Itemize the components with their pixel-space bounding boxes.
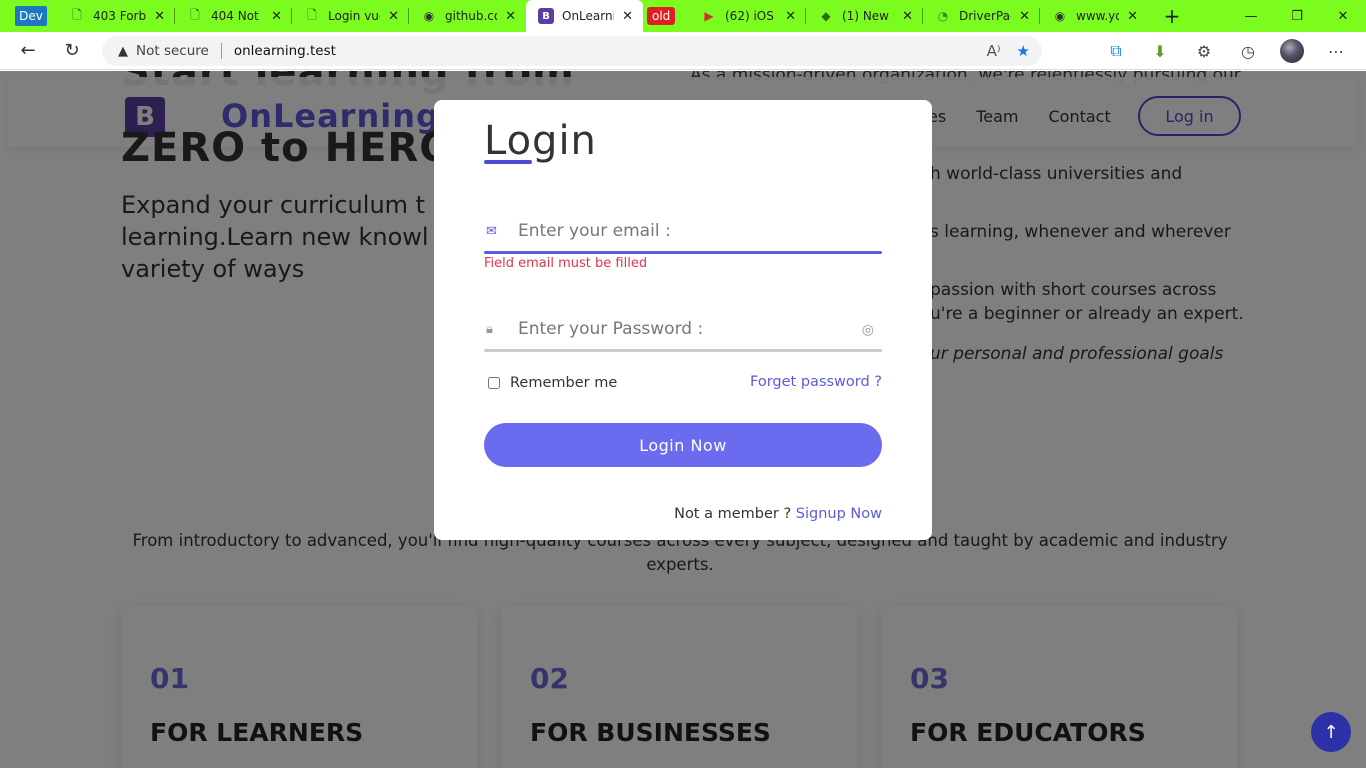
page-icon: 🗋 (307, 7, 317, 22)
email-error-message: Field email must be filled (484, 256, 648, 271)
security-status[interactable]: Not secure (136, 43, 209, 59)
tab-strip: 🗋 403 Forbi ✕ 🗋 404 Not F ✕ 🗋 Login vue … (57, 0, 1148, 32)
restore-icon[interactable]: ❐ (1274, 0, 1320, 32)
github-icon: ◉ (423, 9, 435, 23)
browser-toolbar: ⧉ ⬇ ⚙ ◷ ⋯ (1094, 36, 1358, 66)
warning-icon[interactable]: ▲ (118, 44, 128, 59)
url-divider (220, 43, 222, 59)
bootstrap-icon: B (538, 8, 554, 24)
profile-avatar[interactable] (1270, 39, 1314, 63)
close-icon[interactable]: ✕ (505, 9, 516, 24)
tab-title: www.yout (1076, 9, 1120, 23)
signup-prompt-text: Not a member ? (674, 506, 792, 522)
dev-profile-badge[interactable]: Dev (15, 6, 47, 26)
download-manager-icon[interactable]: ⬇ (1138, 42, 1182, 61)
tab-bar: Dev 🗋 403 Forbi ✕ 🗋 404 Not F ✕ 🗋 Login … (0, 0, 1366, 32)
favorite-star-icon[interactable]: ★ (1017, 42, 1030, 60)
tab-title: DriverPac (959, 9, 1012, 23)
close-icon[interactable]: ✕ (902, 9, 913, 24)
address-toolbar: ← ↻ ▲ Not secure onlearning.test A⁾ ★ ⧉ … (0, 32, 1366, 70)
driverpack-icon: ◔ (937, 9, 949, 23)
remember-me-label: Remember me (510, 375, 618, 391)
close-icon[interactable]: ✕ (1127, 9, 1138, 24)
envelope-icon: ✉ (486, 224, 497, 239)
email-underline (484, 251, 882, 254)
title-underline (484, 160, 532, 164)
browser-tab[interactable]: ▶ (62) iOS 1 ✕ (689, 0, 806, 32)
scroll-to-top-arrow-icon[interactable]: ↑ (1311, 712, 1351, 752)
password-underline (484, 349, 882, 352)
address-bar-actions: A⁾ ★ (987, 42, 1030, 60)
history-icon[interactable]: ◷ (1226, 42, 1270, 61)
close-icon[interactable]: ✕ (271, 9, 282, 24)
browser-tab[interactable]: ◉ www.yout ✕ (1040, 0, 1148, 32)
tab-actions-icon[interactable]: ⧉ (1094, 41, 1138, 61)
tab-title: github.co (445, 9, 498, 23)
remember-me-checkbox[interactable] (488, 377, 500, 389)
eye-slash-icon[interactable]: ◎ (862, 322, 874, 338)
close-icon[interactable]: ✕ (1019, 9, 1030, 24)
avatar (1280, 39, 1304, 63)
tab-title: 403 Forbi (93, 9, 147, 23)
browser-tab[interactable]: 🗋 404 Not F ✕ (175, 0, 292, 32)
tab-title: 404 Not F (211, 9, 263, 23)
browser-tab-active[interactable]: B OnLearnin ✕ (526, 0, 643, 32)
signup-link[interactable]: Signup Now (796, 506, 882, 522)
new-tab-plus-icon[interactable]: + (1156, 0, 1188, 32)
browser-tab[interactable]: 🗋 403 Forbi ✕ (57, 0, 175, 32)
browser-tab[interactable]: 🗋 Login vue ✕ (292, 0, 409, 32)
password-input[interactable] (518, 314, 848, 344)
tab-title: OnLearnin (562, 9, 614, 23)
tab-title: (62) iOS 1 (725, 9, 777, 23)
lock-icon: 🔒︎ (486, 322, 493, 337)
close-window-icon[interactable]: ✕ (1320, 0, 1366, 32)
login-modal: Login ✉ Field email must be filled 🔒︎ ◎ … (434, 100, 932, 540)
page-icon: 🗋 (72, 7, 82, 22)
more-menu-icon[interactable]: ⋯ (1314, 42, 1358, 61)
tab-title: (1) New M (842, 9, 894, 23)
browser-tab[interactable]: ◆ (1) New M ✕ (806, 0, 923, 32)
extensions-puzzle-icon[interactable]: ⚙ (1182, 42, 1226, 61)
refresh-icon[interactable]: ↻ (54, 36, 90, 66)
nvidia-icon: ◆ (821, 9, 831, 23)
tab-title: Login vue (328, 9, 380, 23)
close-icon[interactable]: ✕ (388, 9, 399, 24)
old-badge: old (647, 7, 676, 25)
close-icon[interactable]: ✕ (785, 9, 796, 24)
password-field: 🔒︎ ◎ (484, 310, 882, 352)
close-icon[interactable]: ✕ (622, 9, 633, 24)
browser-tab[interactable]: ◉ github.co ✕ (409, 0, 526, 32)
minimize-icon[interactable]: — (1228, 0, 1274, 32)
window-controls: — ❐ ✕ (1228, 0, 1366, 32)
signup-prompt: Not a member ? Signup Now (674, 506, 882, 522)
address-bar[interactable]: ▲ Not secure onlearning.test A⁾ ★ (102, 36, 1042, 66)
read-aloud-icon[interactable]: A⁾ (987, 42, 1001, 60)
page-icon: 🗋 (190, 7, 200, 22)
browser-tab[interactable]: ◔ DriverPac ✕ (923, 0, 1040, 32)
back-arrow-icon[interactable]: ← (10, 36, 46, 66)
youtube-icon: ▶ (704, 9, 714, 23)
url-text[interactable]: onlearning.test (234, 43, 336, 59)
email-field: ✉ (484, 212, 882, 254)
close-icon[interactable]: ✕ (154, 9, 165, 24)
forgot-password-link[interactable]: Forget password ? (750, 374, 882, 390)
modal-title: Login (484, 118, 597, 164)
remember-me[interactable]: Remember me (488, 375, 617, 391)
github-icon: ◉ (1054, 9, 1066, 23)
login-now-button[interactable]: Login Now (484, 423, 882, 467)
browser-tab[interactable]: old (643, 0, 689, 32)
email-input[interactable] (518, 216, 848, 246)
